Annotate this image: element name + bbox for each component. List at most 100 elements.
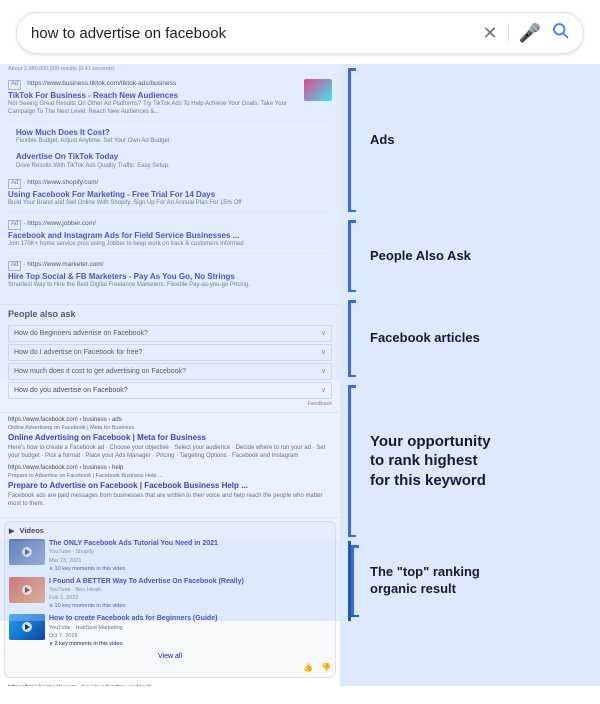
ad-sub-desc: Drive Results With TikTok Ads Quality Tr…	[16, 163, 332, 171]
video-date: Mar 23, 2021	[49, 558, 331, 565]
mic-icon[interactable]: 🎤	[519, 23, 541, 44]
ad-url: · https://www.business.tiktok.com/tiktok…	[23, 80, 176, 87]
video-annotation-label: Your opportunityto rank highestfor this …	[370, 432, 491, 491]
ad-title[interactable]: Hire Top Social & FB Marketers - Pay As …	[8, 272, 332, 282]
result-desc: Facebook ads are paid messages from busi…	[8, 493, 332, 509]
ads-section: Ad · https://www.business.tiktok.com/tik…	[0, 75, 340, 305]
fb-articles-section: https://www.facebook.com › business › ad…	[0, 413, 340, 518]
search-icons: ✕ 🎤	[482, 21, 569, 45]
chevron-down-icon: ∨	[321, 386, 326, 395]
video-info: The ONLY Facebook Ads Tutorial You Need …	[49, 539, 331, 573]
paa-item[interactable]: How much does it cost to get advertising…	[8, 363, 332, 380]
organic-annotation-label: The "top" rankingorganic result	[370, 564, 480, 598]
videos-header: ▶ Videos	[9, 526, 331, 536]
ad-title[interactable]: TikTok For Business - Reach New Audience…	[8, 91, 300, 101]
paa-item[interactable]: How do I advertise on Facebook for free?…	[8, 344, 332, 361]
video-expand[interactable]: ∨ 2 key moments in this video	[49, 641, 331, 648]
ad-sub-title[interactable]: Advertise On TikTok Today	[16, 152, 332, 162]
feedback-link[interactable]: Feedback	[8, 401, 332, 408]
ad-title[interactable]: Using Facebook For Marketing - Free Tria…	[8, 190, 332, 200]
result-breadcrumb: Online Advertising on Facebook | Meta fo…	[8, 425, 332, 432]
fb-annotation-label: Facebook articles	[370, 330, 480, 347]
bracket-bottom-cap	[348, 210, 356, 213]
result-url: https://www.facebook.com › business › he…	[8, 465, 332, 473]
result-count: About 2,080,000,000 results (0.41 second…	[0, 64, 340, 75]
ad-sub-item: How Much Does It Cost? Flexible Budget. …	[16, 128, 332, 150]
fb-result: https://www.facebook.com › business › he…	[8, 465, 332, 508]
bracket-bottom-cap	[348, 290, 356, 293]
paa-question: How do I advertise on Facebook for free?	[14, 348, 142, 357]
ann-organic: The "top" rankingorganic result	[340, 541, 600, 621]
result-url: https://www.facebook.com › business › ad…	[8, 417, 332, 425]
view-all-link[interactable]: View all	[9, 652, 331, 661]
ann-paa: People Also Ask	[340, 216, 600, 296]
search-submit-icon[interactable]	[551, 21, 569, 45]
video-title[interactable]: The ONLY Facebook Ads Tutorial You Need …	[49, 539, 331, 548]
thumbs-down-icon[interactable]: 👎	[321, 663, 331, 673]
bracket-bottom-cap	[348, 535, 356, 538]
thumbs-up-icon[interactable]: 👍	[303, 663, 313, 673]
clear-icon[interactable]: ✕	[482, 23, 497, 44]
ad-sub-desc: Flexible Budget. Adjust Anytime. Set You…	[16, 138, 332, 146]
ad-desc: Join 170K+ home service pros using Jobbe…	[8, 241, 332, 249]
video-item: I Found A BETTER Way To Advertise On Fac…	[9, 577, 331, 611]
video-expand[interactable]: ∨ 10 key moments in this video	[49, 566, 331, 573]
organic-url: https://blog.hootsuite.com › how-to-adve…	[8, 685, 332, 686]
video-expand[interactable]: ∨ 10 key moments in this video	[49, 603, 331, 610]
ann-bracket-organic	[348, 541, 360, 621]
annotation-panel: Ads People Also Ask Facebook articles Yo…	[340, 64, 600, 686]
video-thumbnail[interactable]	[9, 577, 45, 603]
paa-item[interactable]: How do Beginners advertise on Facebook? …	[8, 325, 332, 342]
ad-label: Ad	[8, 80, 21, 90]
ad-label: Ad	[8, 261, 21, 271]
search-divider	[508, 23, 509, 43]
chevron-down-icon: ∨	[321, 367, 326, 376]
result-title[interactable]: Online Advertising on Facebook | Meta fo…	[8, 433, 332, 443]
ad-desc: Build Your Brand and Sell Online With Sh…	[8, 200, 332, 208]
paa-question: How do you advertise on Facebook?	[14, 386, 128, 395]
organic-section: https://blog.hootsuite.com › how-to-adve…	[0, 681, 340, 686]
result-desc: Here's how to create a Facebook ad · Cho…	[8, 445, 332, 461]
video-info: I Found A BETTER Way To Advertise On Fac…	[49, 577, 331, 611]
main-layout: About 2,080,000,000 results (0.41 second…	[0, 64, 600, 686]
paa-annotation-label: People Also Ask	[370, 248, 471, 265]
paa-title: People also ask	[8, 309, 332, 321]
video-title[interactable]: How to create Facebook ads for Beginners…	[49, 614, 331, 623]
bracket-bottom-cap	[351, 615, 359, 618]
ad-sub-item: Advertise On TikTok Today Drive Results …	[16, 152, 332, 174]
video-meta: YouTube · Shopify	[49, 549, 331, 556]
paa-question: How much does it cost to get advertising…	[14, 367, 186, 376]
ann-bracket-ads	[348, 64, 360, 216]
ad-label: Ad	[8, 220, 21, 230]
video-item: How to create Facebook ads for Beginners…	[9, 614, 331, 648]
search-bar: ✕ 🎤	[16, 12, 584, 54]
ann-bracket-paa	[348, 216, 360, 296]
paa-question: How do Beginners advertise on Facebook?	[14, 329, 148, 338]
ad-url: · https://www.jobber.com/	[23, 220, 96, 227]
ann-video: Your opportunityto rank highestfor this …	[340, 381, 600, 541]
videos-section: ▶ Videos The ONLY Facebook Ads Tutorial …	[4, 521, 336, 678]
video-thumbnail[interactable]	[9, 539, 45, 565]
video-info: How to create Facebook ads for Beginners…	[49, 614, 331, 648]
ad-sub-items: How Much Does It Cost? Flexible Budget. …	[8, 128, 332, 174]
chevron-down-icon: ∨	[321, 348, 326, 357]
video-thumbnail[interactable]	[9, 614, 45, 640]
ad-item: Ad · https://www.shopify.com/ Using Face…	[8, 178, 332, 213]
ad-label: Ad	[8, 179, 21, 189]
ad-title[interactable]: Facebook and Instagram Ads for Field Ser…	[8, 231, 332, 241]
video-date: Oct 7, 2019	[49, 633, 331, 640]
paa-item[interactable]: How do you advertise on Facebook? ∨	[8, 382, 332, 399]
search-input[interactable]	[31, 25, 482, 42]
result-title[interactable]: Prepare to Advertise on Facebook | Faceb…	[8, 481, 332, 491]
ad-sub-title[interactable]: How Much Does It Cost?	[16, 128, 332, 138]
ann-ads: Ads	[340, 64, 600, 216]
ads-annotation-label: Ads	[370, 132, 395, 149]
feedback-row: 👍 👎	[9, 663, 331, 673]
video-title[interactable]: I Found A BETTER Way To Advertise On Fac…	[49, 577, 331, 586]
video-item: The ONLY Facebook Ads Tutorial You Need …	[9, 539, 331, 573]
chevron-down-icon: ∨	[321, 329, 326, 338]
ann-bracket-fb	[348, 296, 360, 381]
ad-item: Ad · https://www.business.tiktok.com/tik…	[8, 79, 332, 122]
ann-bracket-video	[348, 381, 360, 541]
video-icon: ▶	[9, 528, 14, 535]
